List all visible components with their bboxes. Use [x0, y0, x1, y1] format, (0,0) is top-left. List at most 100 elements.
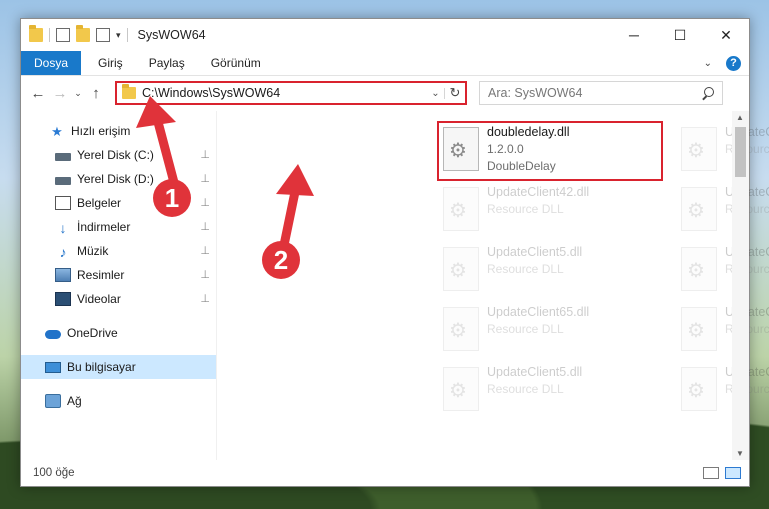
file-name: UpdateClient5.dll [487, 245, 583, 259]
pin-icon[interactable]: ⊥ [200, 220, 210, 233]
expand-ribbon-icon[interactable]: ⌄ [704, 58, 712, 69]
pin-icon[interactable]: ⊥ [200, 292, 210, 305]
address-dropdown-icon[interactable]: ⌄ [427, 87, 445, 99]
dll-file-icon [681, 127, 717, 171]
address-path[interactable]: C:\Windows\SysWOW64 [142, 86, 427, 100]
pin-icon[interactable]: ⊥ [200, 148, 210, 161]
sidebar-item-label: Resimler [77, 268, 125, 282]
vertical-scrollbar[interactable]: ▲ ▼ [732, 111, 749, 460]
sidebar-item[interactable]: Ağ [21, 389, 216, 413]
sidebar-item[interactable]: OneDrive [21, 321, 216, 345]
tab-home[interactable]: Giriş [85, 51, 136, 75]
tab-file[interactable]: Dosya [21, 51, 82, 75]
scroll-down-icon[interactable]: ▼ [736, 449, 744, 458]
downloads-icon: ↓ [59, 220, 67, 236]
scroll-up-icon[interactable]: ▲ [736, 113, 744, 122]
main-content: ★ Hızlı erişim Yerel Disk (C:) ⊥ Yerel Disk … [21, 111, 769, 460]
file-tile[interactable]: UpdateClient42.dllResource DLL [677, 243, 769, 299]
customize-toolbar-icon[interactable]: ▾ [116, 30, 121, 41]
toolbar-separator [126, 28, 128, 42]
sidebar-item[interactable]: Belgeler ⊥ [21, 191, 216, 215]
tiles-view-icon[interactable] [725, 467, 741, 479]
navigation-pane: ★ Hızlı erişim Yerel Disk (C:) ⊥ Yerel Disk … [21, 111, 217, 460]
pin-icon[interactable]: ⊥ [200, 244, 210, 257]
file-tile[interactable]: doubledelay.dll 1.2.0.0 DoubleDelay [439, 123, 659, 179]
file-detail: 1.2.0.0 [487, 142, 524, 156]
window-title: SysWOW64 [137, 28, 206, 42]
ribbon-tabs: Dosya Giriş Paylaş Görünüm ⌄ ? [21, 51, 749, 76]
file-tile[interactable]: UpdateClient42.dllResource DLL [439, 183, 659, 239]
new-folder-icon[interactable] [76, 25, 90, 42]
up-button[interactable]: ↑ [85, 85, 107, 102]
dll-file-icon [681, 367, 717, 411]
file-detail: Resource DLL [487, 262, 564, 276]
onedrive-icon [45, 330, 61, 339]
forward-button[interactable]: → [49, 85, 71, 102]
drive-icon [55, 152, 71, 161]
dll-file-icon [443, 367, 479, 411]
sidebar-item-label: Videolar [77, 292, 121, 306]
back-button[interactable]: ← [27, 85, 49, 102]
minimize-button[interactable]: ─ [611, 19, 657, 51]
star-icon: ★ [51, 124, 63, 139]
pictures-icon [55, 268, 71, 282]
folder-icon [122, 84, 136, 99]
sidebar-item[interactable]: Yerel Disk (C:) ⊥ [21, 143, 216, 167]
file-tile[interactable]: UpdateClient5.dll Resource DLL [439, 363, 659, 419]
sidebar-item[interactable]: ♪ Müzik ⊥ [21, 239, 216, 263]
sidebar-item[interactable]: Bu bilgisayar [21, 355, 216, 379]
sidebar-item-label: Hızlı erişim [71, 124, 131, 138]
recent-locations-button[interactable]: ⌄ [71, 88, 85, 99]
details-view-icon[interactable] [703, 467, 719, 479]
file-tile[interactable]: UpdateClient42.dllResource DLL [677, 183, 769, 239]
network-icon [45, 394, 61, 408]
rename-icon[interactable] [96, 28, 110, 42]
dll-file-icon [681, 187, 717, 231]
dll-file-icon [443, 247, 479, 291]
dll-file-icon [443, 187, 479, 231]
file-info: UpdateClient42.dll Resource DLL [487, 183, 589, 239]
toolbar-separator [49, 28, 50, 42]
sidebar-item-label: OneDrive [67, 326, 118, 340]
view-toggle [703, 467, 749, 479]
sidebar-item-label: Ağ [67, 394, 82, 408]
file-tile[interactable]: UpdateClient63.dllResource DLL [677, 363, 769, 419]
file-tile[interactable]: UpdateClient19.dllResource DLL [677, 123, 769, 179]
sidebar-item[interactable]: Resimler ⊥ [21, 263, 216, 287]
videos-icon [55, 292, 71, 306]
file-detail: DoubleDelay [487, 159, 556, 173]
file-info: UpdateClient65.dll Resource DLL [487, 303, 589, 359]
file-detail: Resource DLL [487, 322, 564, 336]
maximize-button[interactable]: ☐ [657, 19, 703, 51]
scrollbar-thumb[interactable] [735, 127, 746, 177]
file-tile[interactable]: UpdateClient5.dll Resource DLL [439, 243, 659, 299]
search-input[interactable]: Ara: SysWOW64 [488, 86, 702, 100]
close-button[interactable]: ✕ [703, 19, 749, 51]
pin-icon[interactable]: ⊥ [200, 172, 210, 185]
pin-icon[interactable]: ⊥ [200, 268, 210, 281]
window-controls: ─ ☐ ✕ [611, 19, 749, 51]
address-bar[interactable]: C:\Windows\SysWOW64 ⌄ ↻ [115, 81, 467, 105]
refresh-button[interactable]: ↻ [445, 85, 465, 101]
help-icon[interactable]: ? [726, 55, 741, 71]
tab-share[interactable]: Paylaş [136, 51, 198, 75]
address-row: ← → ⌄ ↑ C:\Windows\SysWOW64 ⌄ ↻ Ara: Sys… [21, 76, 749, 110]
tab-view[interactable]: Görünüm [198, 51, 274, 75]
sidebar-item[interactable]: Videolar ⊥ [21, 287, 216, 311]
sidebar-item[interactable]: ↓ İndirmeler ⊥ [21, 215, 216, 239]
status-bar: 100 öğe [21, 460, 749, 486]
sidebar-item[interactable]: ★ Hızlı erişim [21, 119, 216, 143]
properties-icon[interactable] [56, 28, 70, 42]
sidebar-item[interactable]: Yerel Disk (D:) ⊥ [21, 167, 216, 191]
sidebar-item-label: Yerel Disk (D:) [77, 172, 154, 186]
file-detail: Resource DLL [487, 382, 564, 396]
dll-file-icon [681, 247, 717, 291]
file-tile[interactable]: UpdateClient65.dll Resource DLL [439, 303, 659, 359]
folder-icon [29, 25, 43, 42]
ribbon-right-controls: ⌄ ? [704, 51, 749, 75]
pin-icon[interactable]: ⊥ [200, 196, 210, 209]
file-explorer-window: ▾ SysWOW64 ─ ☐ ✕ Dosya Giriş Paylaş Görü… [20, 18, 769, 487]
file-tile[interactable]: UpdateClient19.dllResource DLL [677, 303, 769, 359]
search-icon[interactable] [702, 87, 714, 99]
search-box[interactable]: Ara: SysWOW64 [479, 81, 723, 105]
